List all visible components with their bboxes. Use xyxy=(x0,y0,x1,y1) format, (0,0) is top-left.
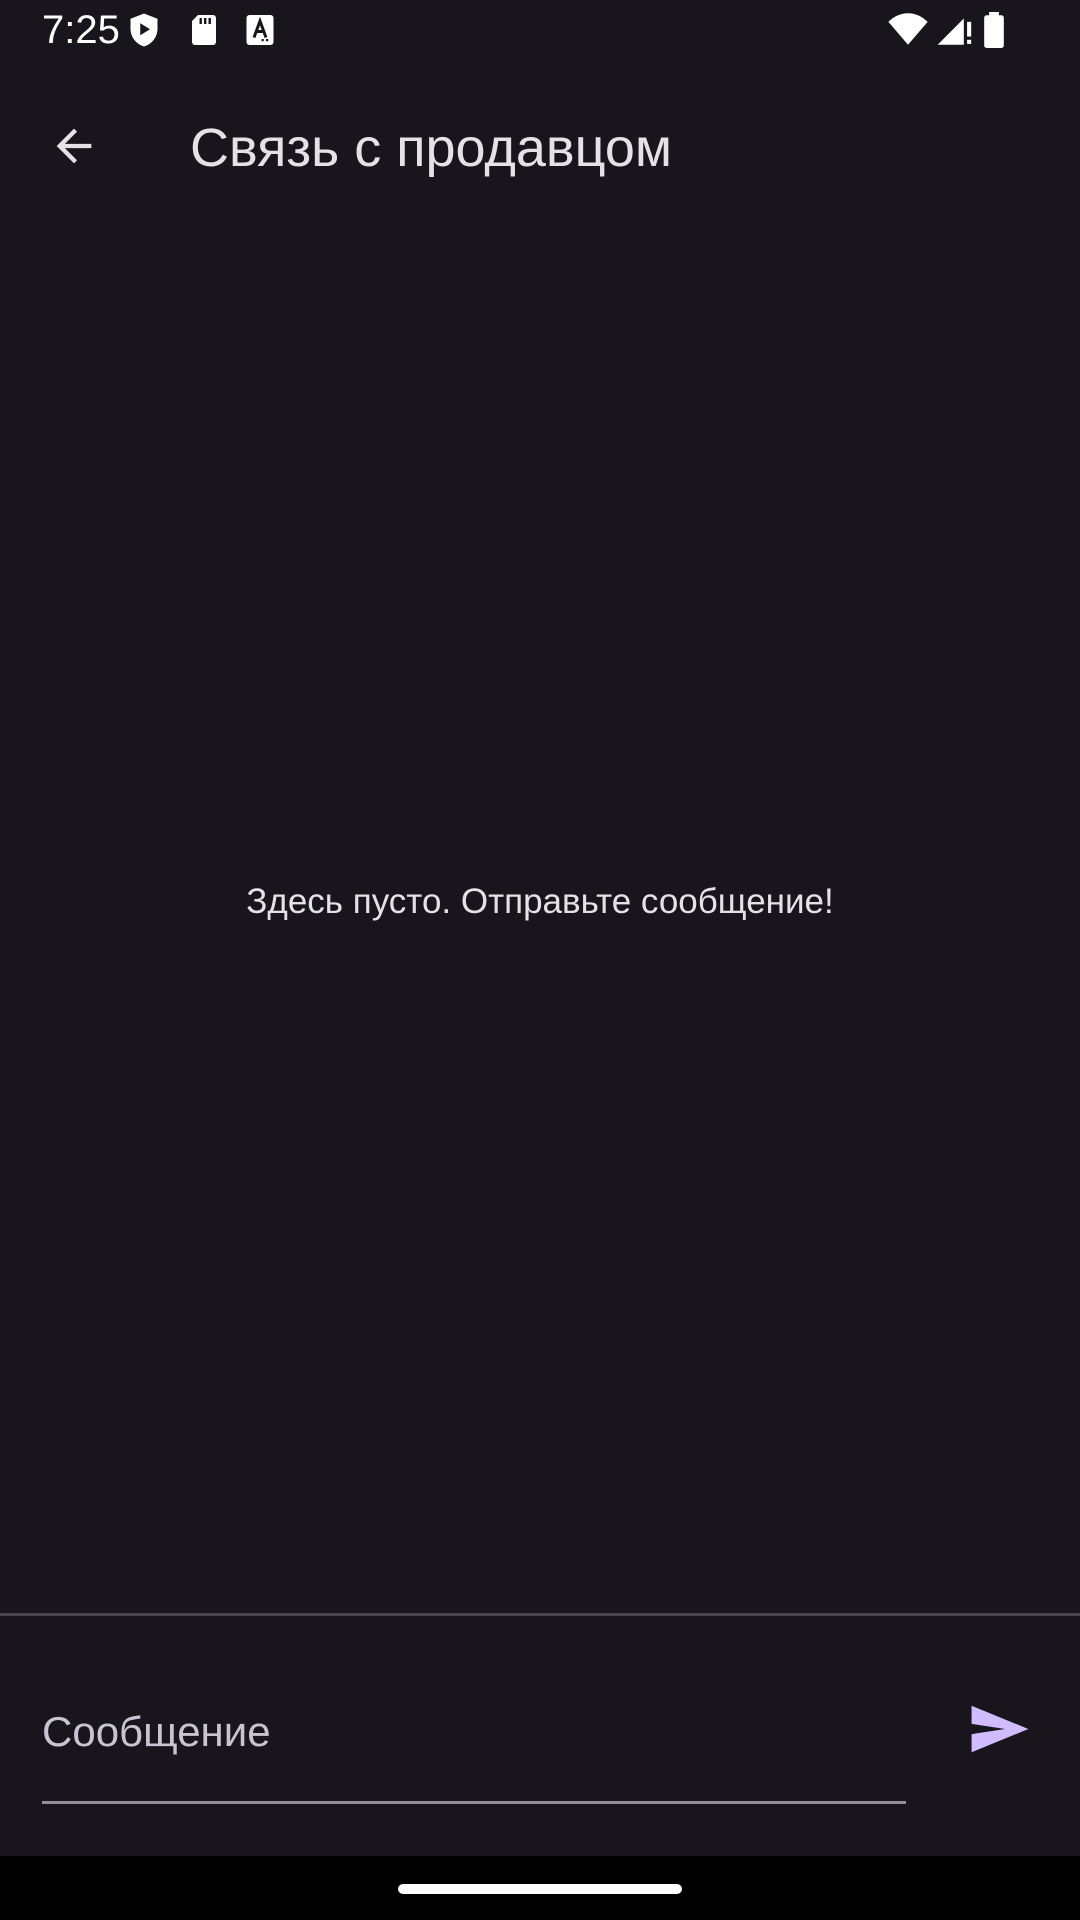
arrow-back-icon xyxy=(48,120,100,177)
wifi-icon xyxy=(886,12,930,48)
message-input[interactable]: Сообщение xyxy=(42,1690,906,1804)
composer-divider xyxy=(0,1613,1080,1616)
signal-icon xyxy=(934,12,974,48)
font-a-icon xyxy=(242,12,278,48)
navigation-bar xyxy=(0,1856,1080,1920)
empty-state-text: Здесь пусто. Отправьте сообщение! xyxy=(246,882,834,921)
battery-icon xyxy=(982,12,1006,48)
chat-screen: 7:25 Связь с продавцом Здесь пусто. Отпр… xyxy=(0,0,1080,1920)
sd-card-icon xyxy=(186,12,222,48)
send-button[interactable] xyxy=(950,1690,1050,1772)
status-time: 7:25 xyxy=(42,8,120,52)
message-placeholder: Сообщение xyxy=(42,1708,271,1755)
shield-play-icon xyxy=(126,12,162,48)
app-bar: Связь с продавцом xyxy=(0,64,1080,208)
send-icon xyxy=(969,1703,1031,1760)
back-button[interactable] xyxy=(30,104,118,192)
home-gesture-handle[interactable] xyxy=(398,1884,682,1894)
status-bar: 7:25 xyxy=(0,0,1080,64)
page-title: Связь с продавцом xyxy=(190,118,673,178)
